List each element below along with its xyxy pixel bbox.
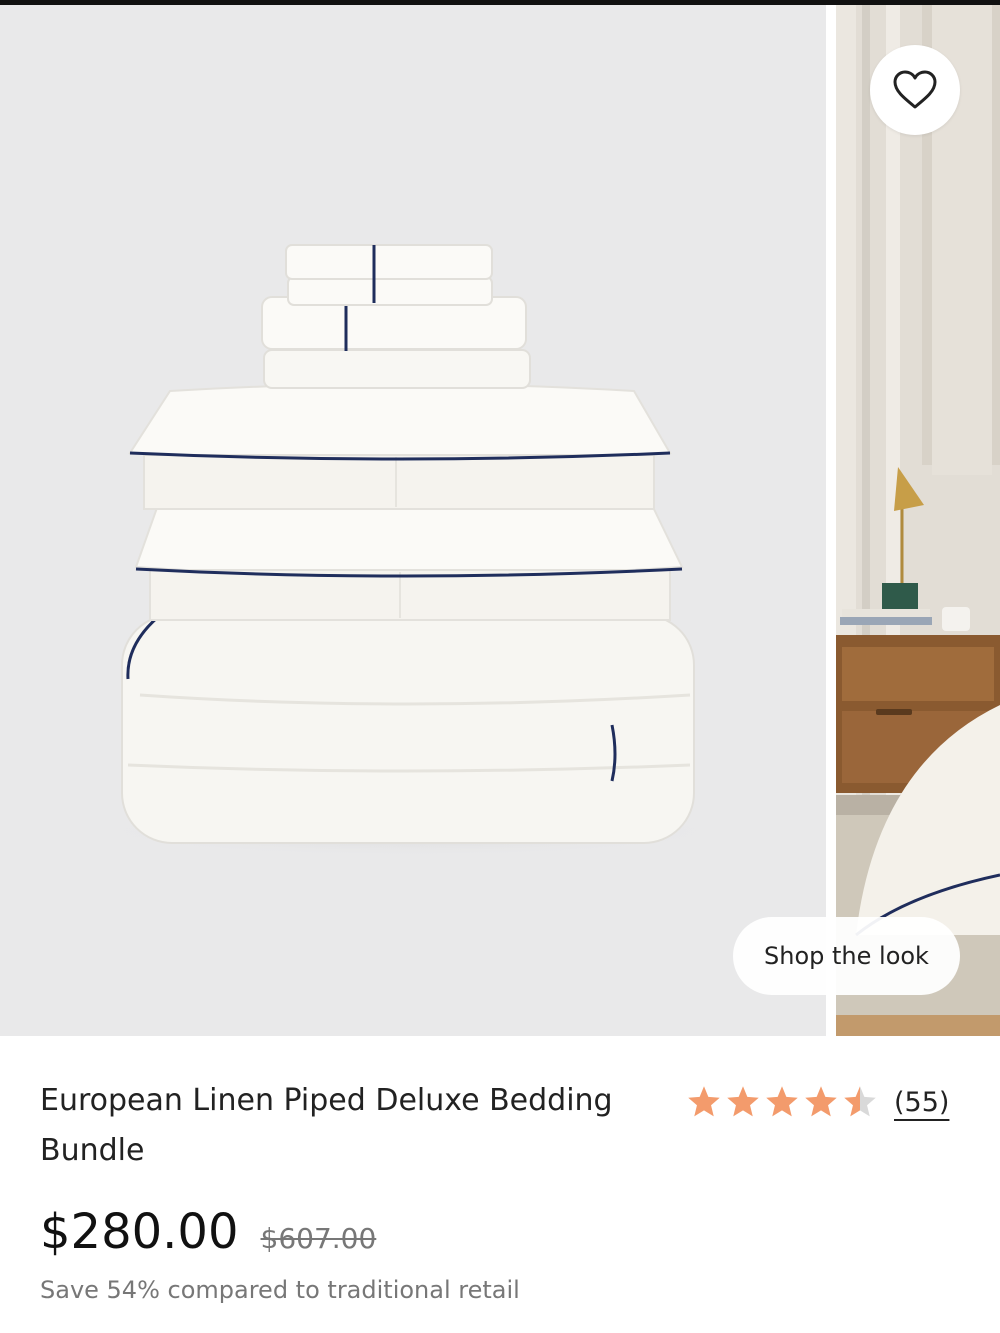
savings-text: Save 54% compared to traditional retail	[40, 1276, 520, 1304]
product-image-gallery[interactable]: Shop the look	[0, 5, 1000, 1036]
star-icon	[805, 1086, 837, 1117]
bedroom-scene-image	[836, 5, 1000, 1036]
product-rating[interactable]: (55)	[686, 1080, 949, 1124]
star-icon	[727, 1086, 759, 1117]
favorite-button[interactable]	[870, 45, 960, 135]
review-count-link[interactable]: (55)	[894, 1087, 949, 1118]
heart-icon	[893, 70, 937, 109]
bedding-stack-image	[90, 244, 730, 857]
product-info: European Linen Piped Deluxe Bedding Bund…	[0, 1036, 1000, 1333]
star-icon	[766, 1086, 798, 1117]
shop-the-look-button[interactable]: Shop the look	[733, 917, 960, 995]
product-image-main[interactable]	[0, 5, 826, 1036]
compare-at-price: $607.00	[260, 1222, 377, 1255]
price-row: $280.00 $607.00	[40, 1204, 376, 1260]
star-icon	[688, 1086, 720, 1117]
product-page: Shop the look European Linen Piped Delux…	[0, 0, 1000, 1333]
rating-stars	[686, 1084, 878, 1120]
product-title: European Linen Piped Deluxe Bedding Bund…	[40, 1083, 613, 1168]
product-image-lifestyle[interactable]	[836, 5, 1000, 1036]
star-icon	[844, 1086, 876, 1117]
sale-price: $280.00	[40, 1204, 239, 1260]
